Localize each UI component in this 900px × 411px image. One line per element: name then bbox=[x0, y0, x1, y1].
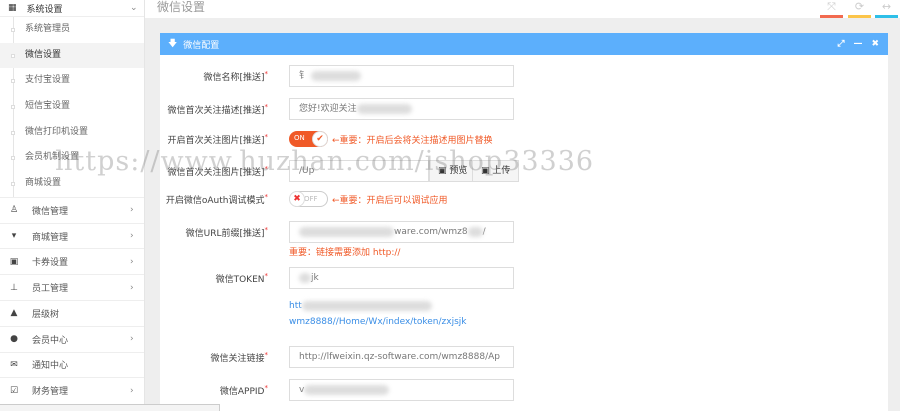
penguin-icon: ♙ bbox=[9, 205, 19, 216]
chevron-right-icon: › bbox=[130, 385, 134, 396]
tree-icon: ▲ bbox=[10, 308, 18, 319]
status-bar bbox=[0, 404, 220, 411]
field-image-toggle: 开启首次关注图片[推送]* ON ✔ ←重要：开启后会将关注描述用图片替换 bbox=[167, 131, 493, 147]
sidebar-section-system-settings[interactable]: ▦ 系统设置 ⌄ bbox=[0, 0, 144, 17]
sidebar-item-members[interactable]: ● 会员中心 › bbox=[0, 325, 144, 352]
oauth-toggle[interactable]: OFF ✖ bbox=[289, 191, 328, 207]
wechat-config-panel: 🡇 微信配置 ⤢ — ✖ 微信名称[推送]* 钅 微信首次关注描述[推送]* 您… bbox=[160, 33, 888, 411]
sitemap-icon: ⊥ bbox=[10, 282, 18, 293]
field-name: 微信名称[推送]* 钅 bbox=[160, 65, 888, 87]
field-appid: 微信APPID* v bbox=[160, 379, 888, 401]
sidebar-subitem[interactable]: 微信打印机设置 bbox=[0, 120, 144, 146]
check-square-icon: ☑ bbox=[9, 385, 19, 396]
sidebar-submenu: 系统管理员 微信设置 支付宝设置 短信宝设置 微信打印机设置 会员机制设置 商城… bbox=[0, 17, 144, 197]
image-icon: ▣ bbox=[438, 166, 447, 176]
top-header: 微信设置 ⤧ ⟳ ↔ bbox=[145, 0, 900, 18]
color-bar-yellow bbox=[848, 15, 871, 18]
sidebar-subitem[interactable]: 系统管理员 bbox=[0, 17, 144, 43]
sidebar-subitem[interactable]: 会员机制设置 bbox=[0, 145, 144, 171]
sidebar-subitem[interactable]: 商城设置 bbox=[0, 171, 144, 197]
color-bar-cyan bbox=[875, 15, 898, 18]
sidebar-subitem[interactable]: 支付宝设置 bbox=[0, 68, 144, 94]
field-oauth: 开启微信oAuth调试模式* OFF ✖ ←重要：开启后可以调试应用 bbox=[165, 191, 448, 207]
user-icon: ● bbox=[10, 334, 18, 345]
field-desc: 微信首次关注描述[推送]* 您好!欢迎关注 bbox=[160, 98, 888, 120]
sidebar: ▦ 系统设置 ⌄ 系统管理员 微信设置 支付宝设置 短信宝设置 微信打印机设置 … bbox=[0, 0, 145, 411]
panel-header: 🡇 微信配置 ⤢ — ✖ bbox=[160, 33, 888, 55]
sidebar-item-finance[interactable]: ☑ 财务管理 › bbox=[0, 377, 144, 403]
color-bar-red bbox=[820, 15, 843, 18]
chevron-right-icon: › bbox=[130, 205, 134, 216]
field-image: 微信首次关注图片[推送]* /Up ▣ 预览 ▣ 上传 bbox=[160, 160, 888, 182]
sidebar-item-notifications[interactable]: ✉ 通知中心 bbox=[0, 351, 144, 378]
page-title: 微信设置 bbox=[157, 0, 206, 14]
preview-button[interactable]: ▣ 预览 bbox=[429, 160, 477, 182]
field-token: 微信TOKEN* jk httwmz8888//Home/Wx/index/to… bbox=[160, 267, 888, 327]
minimize-icon[interactable]: — bbox=[853, 39, 862, 49]
chevron-right-icon: › bbox=[130, 334, 134, 345]
chevron-right-icon: › bbox=[130, 231, 134, 241]
refresh-icon[interactable]: ⟳ bbox=[848, 0, 871, 13]
sidebar-item-staff[interactable]: ⊥ 员工管理 › bbox=[0, 274, 144, 300]
image-toggle[interactable]: ON ✔ bbox=[289, 131, 328, 147]
close-icon[interactable]: ✖ bbox=[871, 39, 879, 49]
chevron-right-icon: › bbox=[130, 256, 134, 267]
fullscreen-icon[interactable]: ⤧ bbox=[820, 0, 843, 14]
chevron-right-icon: › bbox=[130, 282, 134, 293]
sidebar-item-shop[interactable]: ▾ 商城管理 › bbox=[0, 222, 144, 249]
sidebar-item-wechat[interactable]: ♙ 微信管理 › bbox=[0, 196, 144, 223]
sidebar-subitem[interactable]: 短信宝设置 bbox=[0, 94, 144, 120]
cart-icon: ▾ bbox=[11, 231, 17, 241]
upload-button[interactable]: ▣ 上传 bbox=[472, 160, 520, 182]
url-prefix-input[interactable]: ware.com/wmz8/ bbox=[289, 221, 514, 243]
sidebar-item-coupons[interactable]: ▣ 卡券设置 › bbox=[0, 248, 144, 274]
token-input[interactable]: jk bbox=[289, 267, 514, 289]
arrow-down-icon: 🡇 bbox=[168, 39, 178, 49]
money-icon: ▣ bbox=[9, 256, 19, 267]
x-icon: ✖ bbox=[289, 191, 305, 207]
expand-icon[interactable]: ⤢ bbox=[837, 39, 844, 49]
appid-input[interactable]: v bbox=[289, 379, 514, 401]
wechat-name-input[interactable]: 钅 bbox=[289, 65, 514, 87]
follow-link-input[interactable]: http://lfweixin.qz-software.com/wmz8888/… bbox=[289, 346, 514, 368]
envelope-icon: ✉ bbox=[10, 359, 18, 370]
token-url-link[interactable]: httwmz8888//Home/Wx/index/token/zxjsjk bbox=[289, 298, 529, 330]
check-icon: ✔ bbox=[312, 131, 328, 147]
follow-description-input[interactable]: 您好!欢迎关注 bbox=[289, 98, 514, 120]
expand-horizontal-icon[interactable]: ↔ bbox=[875, 0, 898, 13]
chevron-down-icon: ⌄ bbox=[130, 3, 138, 13]
field-url: 微信URL前缀[推送]* ware.com/wmz8/ 重要：链接需要添加 ht… bbox=[160, 221, 888, 258]
sidebar-item-tree[interactable]: ▲ 层级树 bbox=[0, 300, 144, 326]
field-follow-link: 微信关注链接* http://lfweixin.qz-software.com/… bbox=[160, 346, 888, 368]
grid-icon: ▦ bbox=[8, 3, 17, 13]
image-icon: ▣ bbox=[481, 166, 490, 176]
sidebar-subitem-active[interactable]: 微信设置 bbox=[0, 42, 144, 69]
image-path-input[interactable]: /Up bbox=[289, 160, 429, 182]
